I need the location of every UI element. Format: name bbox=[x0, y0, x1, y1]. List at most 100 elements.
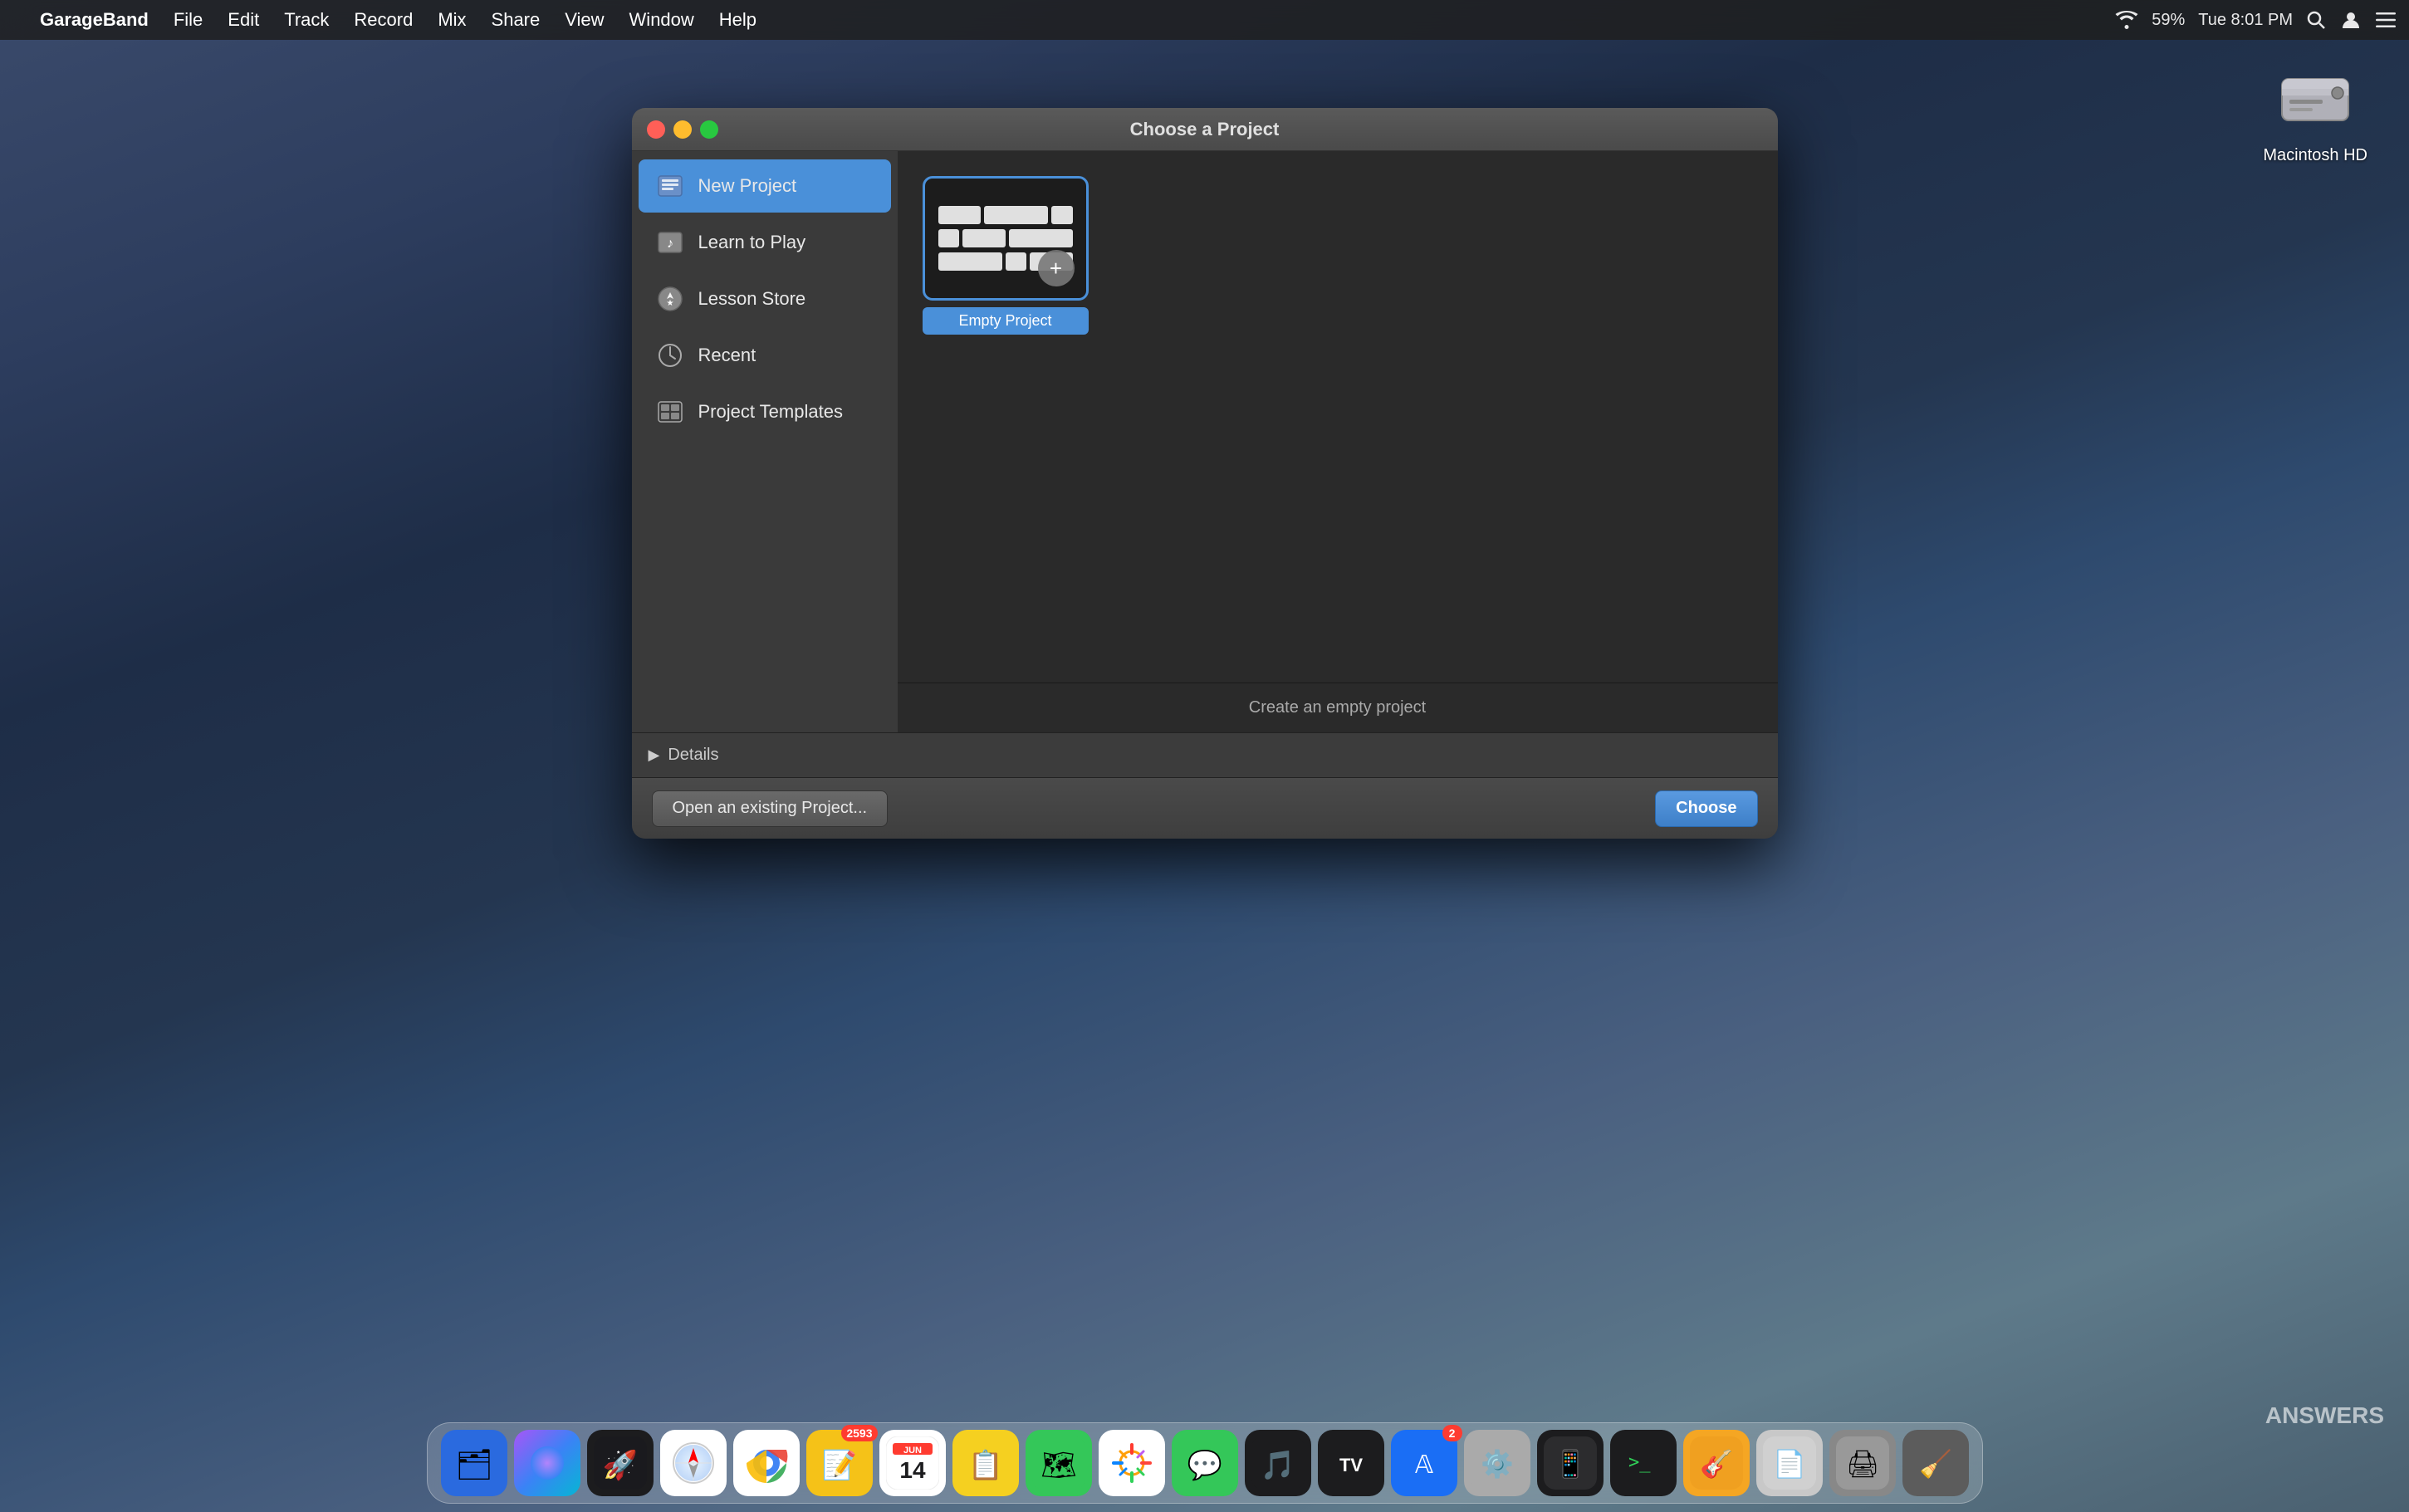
menubar-edit[interactable]: Edit bbox=[218, 6, 269, 34]
dock-item-appcleaner[interactable]: 🧹 bbox=[1902, 1430, 1969, 1496]
desktop-icon-macintosh-hd[interactable]: Macintosh HD bbox=[2255, 50, 2376, 174]
dock-item-appstore[interactable]: 𝔸 2 bbox=[1391, 1430, 1457, 1496]
svg-text:🖨: 🖨 bbox=[1845, 1449, 1879, 1479]
svg-text:⚙️: ⚙️ bbox=[1481, 1449, 1514, 1479]
svg-text:🗺: 🗺 bbox=[1040, 1450, 1076, 1481]
svg-text:💬: 💬 bbox=[1187, 1449, 1222, 1481]
menubar-file[interactable]: File bbox=[164, 6, 213, 34]
dock-item-stickies[interactable]: 📋 bbox=[952, 1430, 1019, 1496]
choose-button[interactable]: Choose bbox=[1655, 790, 1757, 827]
dock-item-finder[interactable]: 🗂 bbox=[441, 1430, 507, 1496]
status-bar: Create an empty project bbox=[898, 683, 1778, 732]
menubar-view[interactable]: View bbox=[555, 6, 614, 34]
sidebar-label-project-templates: Project Templates bbox=[698, 401, 843, 423]
hamburger-menu-icon[interactable] bbox=[2376, 12, 2396, 27]
dialog-body: New Project ♪ Learn to Play bbox=[632, 151, 1778, 732]
dock-item-safari[interactable] bbox=[660, 1430, 727, 1496]
svg-text:🚀: 🚀 bbox=[602, 1449, 637, 1481]
close-button[interactable] bbox=[647, 120, 665, 139]
menubar-right: 59% Tue 8:01 PM bbox=[2115, 8, 2396, 32]
track-block bbox=[1051, 206, 1073, 224]
hard-drive-icon bbox=[2274, 58, 2357, 141]
window-controls bbox=[647, 120, 718, 139]
dialog-title: Choose a Project bbox=[1130, 119, 1280, 140]
dock-badge-notes: 2593 bbox=[841, 1425, 877, 1441]
svg-text:TV: TV bbox=[1339, 1455, 1362, 1475]
desktop-icon-label-macintosh-hd: Macintosh HD bbox=[2263, 146, 2367, 165]
svg-text:🗂: 🗂 bbox=[455, 1447, 493, 1481]
svg-text:𝔸: 𝔸 bbox=[1414, 1451, 1432, 1479]
add-project-icon: + bbox=[1038, 250, 1075, 286]
menubar-mix[interactable]: Mix bbox=[428, 6, 476, 34]
track-block bbox=[938, 229, 960, 247]
dock-badge-appstore: 2 bbox=[1442, 1425, 1462, 1441]
wifi-icon bbox=[2115, 11, 2138, 29]
sidebar-item-new-project[interactable]: New Project bbox=[639, 159, 891, 213]
minimize-button[interactable] bbox=[673, 120, 692, 139]
dock-item-calendar[interactable]: JUN14 bbox=[879, 1430, 946, 1496]
maximize-button[interactable] bbox=[700, 120, 718, 139]
details-bar[interactable]: ▶ Details bbox=[632, 732, 1778, 777]
clock: Tue 8:01 PM bbox=[2198, 11, 2293, 30]
empty-project-thumbnail: + bbox=[923, 176, 1089, 301]
svg-text:📝: 📝 bbox=[821, 1449, 856, 1481]
svg-text:🧹: 🧹 bbox=[1919, 1449, 1952, 1479]
dock-item-photos[interactable] bbox=[1099, 1430, 1165, 1496]
project-templates-icon bbox=[655, 397, 685, 427]
track-block bbox=[984, 206, 1048, 224]
menubar-help[interactable]: Help bbox=[709, 6, 766, 34]
dock-item-garageband[interactable]: 🎸 bbox=[1683, 1430, 1750, 1496]
sidebar-label-lesson-store: Lesson Store bbox=[698, 288, 806, 310]
track-row-2 bbox=[938, 229, 1073, 247]
dock-item-launchpad[interactable]: 🚀 bbox=[587, 1430, 654, 1496]
sidebar-label-learn-to-play: Learn to Play bbox=[698, 232, 806, 253]
dock-item-music[interactable]: 🎵 bbox=[1245, 1430, 1311, 1496]
dock-item-maps[interactable]: 🗺 bbox=[1026, 1430, 1092, 1496]
dialog-titlebar: Choose a Project bbox=[632, 108, 1778, 151]
project-item-empty[interactable]: + Empty Project bbox=[923, 176, 1089, 335]
sidebar-label-new-project: New Project bbox=[698, 175, 797, 197]
svg-text:★: ★ bbox=[666, 299, 673, 308]
lesson-store-icon: ★ bbox=[655, 284, 685, 314]
open-existing-project-button[interactable]: Open an existing Project... bbox=[652, 790, 889, 827]
sidebar-item-learn-to-play[interactable]: ♪ Learn to Play bbox=[639, 216, 891, 269]
menubar-share[interactable]: Share bbox=[482, 6, 551, 34]
sidebar-item-lesson-store[interactable]: ★ Lesson Store bbox=[639, 272, 891, 325]
dock-item-appletv[interactable]: TV bbox=[1318, 1430, 1384, 1496]
track-block bbox=[1009, 229, 1073, 247]
dock-item-chrome[interactable] bbox=[733, 1430, 800, 1496]
user-icon[interactable] bbox=[2339, 8, 2362, 32]
dock-item-messages[interactable]: 💬 bbox=[1172, 1430, 1238, 1496]
dock-item-printer[interactable]: 🖨 bbox=[1829, 1430, 1896, 1496]
dock-item-notes-reminder[interactable]: 📝 2593 bbox=[806, 1430, 873, 1496]
dock-item-terminal[interactable]: >_ bbox=[1610, 1430, 1677, 1496]
dock: 🗂 🚀 📝 2593 JUN14 📋 🗺 💬 🎵 TV 𝔸 2 ⚙️ bbox=[427, 1422, 1983, 1504]
choose-project-dialog: Choose a Project New Project bbox=[632, 108, 1778, 839]
sidebar-item-recent[interactable]: Recent bbox=[639, 329, 891, 382]
menubar-window[interactable]: Window bbox=[619, 6, 704, 34]
details-triangle: ▶ bbox=[649, 746, 660, 764]
status-text: Create an empty project bbox=[1249, 698, 1426, 717]
dock-item-docs[interactable]: 📄 bbox=[1756, 1430, 1823, 1496]
search-icon[interactable] bbox=[2306, 10, 2326, 30]
dock-item-iphone[interactable]: 📱 bbox=[1537, 1430, 1604, 1496]
new-project-icon bbox=[655, 171, 685, 201]
dock-item-siri[interactable] bbox=[514, 1430, 580, 1496]
menubar-items: GarageBand File Edit Track Record Mix Sh… bbox=[30, 6, 2115, 34]
track-block bbox=[1006, 252, 1027, 271]
menubar: GarageBand File Edit Track Record Mix Sh… bbox=[0, 0, 2409, 40]
dock-item-systemprefs[interactable]: ⚙️ bbox=[1464, 1430, 1530, 1496]
menubar-app-name[interactable]: GarageBand bbox=[30, 6, 159, 34]
sidebar-label-recent: Recent bbox=[698, 345, 756, 366]
svg-text:🎸: 🎸 bbox=[1700, 1449, 1733, 1480]
track-row-1 bbox=[938, 206, 1073, 224]
menubar-record[interactable]: Record bbox=[344, 6, 423, 34]
sidebar-item-project-templates[interactable]: Project Templates bbox=[639, 385, 891, 438]
details-label: Details bbox=[668, 746, 718, 765]
svg-text:📱: 📱 bbox=[1554, 1449, 1587, 1479]
empty-project-label: Empty Project bbox=[923, 307, 1089, 335]
main-content: + Empty Project Create an empty project bbox=[898, 151, 1778, 732]
svg-text:JUN: JUN bbox=[903, 1446, 921, 1456]
menubar-track[interactable]: Track bbox=[274, 6, 339, 34]
battery-status: 59% bbox=[2152, 11, 2185, 30]
